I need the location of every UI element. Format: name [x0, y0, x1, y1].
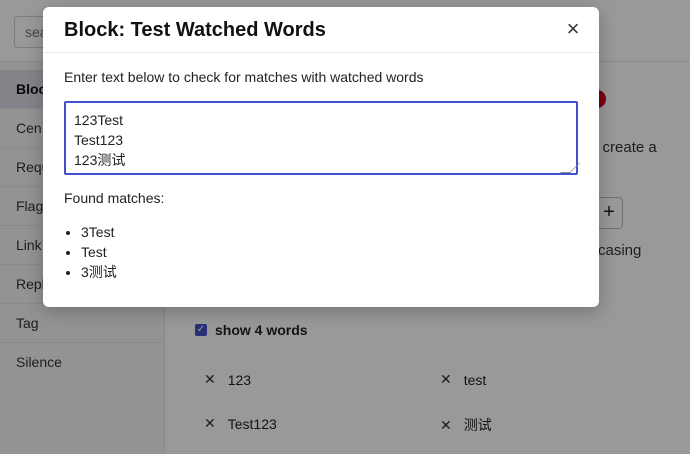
test-text-input[interactable] — [64, 101, 578, 175]
modal-header: Block: Test Watched Words × — [43, 7, 599, 53]
match-item: 3测试 — [81, 262, 117, 282]
test-watched-words-modal: Block: Test Watched Words × Enter text b… — [43, 7, 599, 307]
close-icon[interactable]: × — [562, 18, 584, 40]
match-item: 3Test — [81, 222, 117, 242]
match-item: Test — [81, 242, 117, 262]
instructions-text: Enter text below to check for matches wi… — [64, 69, 424, 85]
matches-list: 3Test Test 3测试 — [81, 222, 117, 282]
modal-title: Block: Test Watched Words — [64, 19, 326, 41]
found-matches-label: Found matches: — [64, 190, 165, 206]
